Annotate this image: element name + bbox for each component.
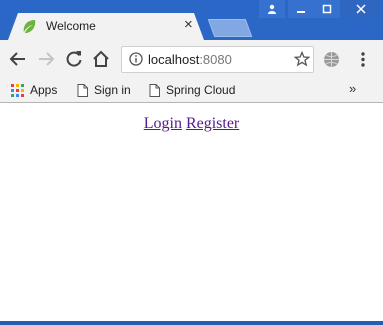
spring-leaf-icon [23,19,36,34]
bookmarks-overflow-button[interactable]: » [349,81,356,96]
close-icon [356,4,366,14]
auth-links: Login Register [0,115,383,133]
minimize-icon [297,11,305,13]
bookmark-label: Apps [30,83,58,97]
page-content: Login Register [0,103,383,321]
minimize-button[interactable] [288,0,314,18]
page-icon [149,83,160,97]
title-bar: Welcome × [0,0,383,40]
new-tab-button[interactable] [207,19,253,37]
tab-title: Welcome [46,19,96,33]
globe-extension-icon[interactable] [323,51,340,68]
login-link[interactable]: Login [144,115,182,132]
back-arrow-icon[interactable] [8,49,28,69]
page-icon [77,83,88,97]
url-text[interactable]: localhost:8080 [148,52,232,67]
bookmark-apps[interactable]: Apps [11,81,57,99]
bookmark-label: Sign in [94,83,131,97]
tab-close-button[interactable]: × [184,16,193,34]
reload-icon[interactable] [64,49,84,69]
close-window-button[interactable] [342,0,380,18]
bookmarks-bar: Apps Sign in Spring Cloud » [0,78,383,103]
address-bar[interactable]: localhost:8080 [121,46,314,73]
user-button[interactable] [259,0,285,18]
bookmark-label: Spring Cloud [166,83,236,97]
bookmark-spring-cloud[interactable]: Spring Cloud [149,81,235,99]
maximize-icon [322,4,332,14]
user-icon [268,4,276,14]
browser-tab[interactable]: Welcome × [8,13,204,40]
forward-arrow-icon[interactable] [36,49,56,69]
star-icon[interactable] [294,51,310,67]
home-icon[interactable] [91,49,111,69]
apps-grid-icon [11,83,24,97]
maximize-button[interactable] [314,0,340,18]
more-menu-icon[interactable] [358,51,368,68]
info-icon[interactable] [129,52,143,66]
bookmark-sign-in[interactable]: Sign in [77,81,131,99]
register-link[interactable]: Register [186,115,239,132]
